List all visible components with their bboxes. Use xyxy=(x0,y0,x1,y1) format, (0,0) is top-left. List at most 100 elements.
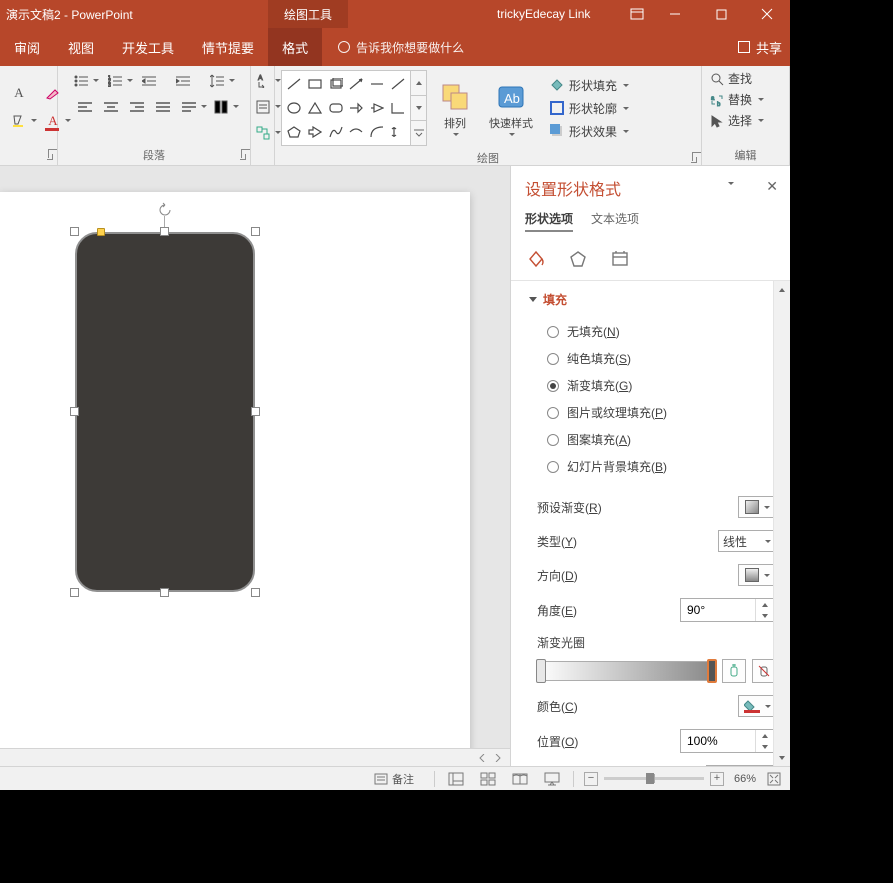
text-direction-button[interactable]: A xyxy=(252,70,274,92)
tab-developer[interactable]: 开发工具 xyxy=(108,28,188,66)
quick-styles-button[interactable]: Ab 快速样式 xyxy=(483,79,539,138)
fill-picture-radio[interactable]: 图片或纹理填充(P) xyxy=(529,399,776,426)
slideshow-button[interactable] xyxy=(541,770,563,788)
font-color-button[interactable]: A xyxy=(42,110,64,132)
align-right-button[interactable] xyxy=(126,96,148,118)
selected-shape[interactable] xyxy=(75,232,255,592)
resize-handle-tr[interactable] xyxy=(251,227,260,236)
resize-handle-tm[interactable] xyxy=(160,227,169,236)
bullets-button[interactable] xyxy=(70,70,92,92)
font-size-button[interactable]: A xyxy=(8,82,30,104)
tell-me-search[interactable]: 告诉我你想要做什么 xyxy=(322,39,464,56)
fill-gradient-radio[interactable]: 渐变填充(G) xyxy=(529,372,776,399)
shapes-gallery[interactable] xyxy=(281,70,411,146)
align-text-button[interactable] xyxy=(252,96,274,118)
text-options-tab[interactable]: 文本选项 xyxy=(591,210,639,232)
fill-none-radio[interactable]: 无填充(N) xyxy=(529,318,776,345)
ribbon-group-textdir: A xyxy=(251,66,275,165)
align-left-button[interactable] xyxy=(74,96,96,118)
notes-button[interactable]: 备注 xyxy=(374,771,414,787)
gradient-type-combo[interactable]: 线性 xyxy=(718,530,776,552)
tab-review[interactable]: 审阅 xyxy=(0,28,54,66)
slide-sorter-button[interactable] xyxy=(477,770,499,788)
pane-options-button[interactable] xyxy=(726,182,734,185)
numbering-button[interactable]: 123 xyxy=(104,70,126,92)
tab-storyboard[interactable]: 情节提要 xyxy=(188,28,268,66)
resize-handle-mr[interactable] xyxy=(251,407,260,416)
increase-indent-button[interactable] xyxy=(172,70,194,92)
drawing-group-launcher[interactable] xyxy=(686,152,698,164)
gradient-direction-button[interactable] xyxy=(738,564,776,586)
position-spinner[interactable] xyxy=(680,729,776,753)
fit-to-window-button[interactable] xyxy=(766,771,782,787)
zoom-out-button[interactable]: − xyxy=(584,772,598,786)
gradient-stop-1[interactable] xyxy=(536,659,546,683)
scroll-left-icon[interactable] xyxy=(474,750,490,766)
fill-line-icon[interactable] xyxy=(525,248,547,270)
fill-slidebg-radio[interactable]: 幻灯片背景填充(B) xyxy=(529,453,776,480)
align-center-button[interactable] xyxy=(100,96,122,118)
highlight-button[interactable] xyxy=(8,110,30,132)
share-icon xyxy=(738,41,750,53)
tab-format[interactable]: 格式 xyxy=(268,28,322,66)
ribbon-display-options-button[interactable] xyxy=(622,0,652,28)
horizontal-scrollbar[interactable] xyxy=(0,748,510,766)
fill-solid-radio[interactable]: 纯色填充(S) xyxy=(529,345,776,372)
reading-view-button[interactable] xyxy=(509,770,531,788)
convert-smartart-button[interactable] xyxy=(252,122,274,144)
ribbon: A A 123 xyxy=(0,66,790,166)
select-button[interactable]: 选择 xyxy=(710,112,764,129)
shapes-gallery-scroll[interactable] xyxy=(411,70,427,146)
replace-button[interactable]: ab替换 xyxy=(710,91,764,108)
normal-view-button[interactable] xyxy=(445,770,467,788)
font-group-launcher[interactable] xyxy=(42,149,54,161)
preset-gradient-button[interactable] xyxy=(738,496,776,518)
resize-handle-tl[interactable] xyxy=(70,227,79,236)
svg-text:A: A xyxy=(258,75,263,82)
shape-options-tab[interactable]: 形状选项 xyxy=(525,210,573,232)
minimize-button[interactable] xyxy=(652,0,698,28)
distribute-button[interactable] xyxy=(178,96,200,118)
resize-handle-br[interactable] xyxy=(251,588,260,597)
close-button[interactable] xyxy=(744,0,790,28)
pane-close-button[interactable]: ✕ xyxy=(766,178,778,195)
shape-effects-button[interactable]: 形状效果 xyxy=(549,121,629,142)
decrease-indent-button[interactable] xyxy=(138,70,160,92)
adjust-handle[interactable] xyxy=(97,228,105,236)
resize-handle-ml[interactable] xyxy=(70,407,79,416)
resize-handle-bl[interactable] xyxy=(70,588,79,597)
fill-pattern-radio[interactable]: 图案填充(A) xyxy=(529,426,776,453)
ribbon-group-font: A A xyxy=(0,66,58,165)
ribbon-group-paragraph: 123 段落 xyxy=(58,66,251,165)
share-button[interactable]: 共享 xyxy=(738,38,782,57)
line-spacing-button[interactable] xyxy=(206,70,228,92)
scroll-right-icon[interactable] xyxy=(490,750,506,766)
gradient-stops-track[interactable] xyxy=(537,661,716,681)
resize-handle-bm[interactable] xyxy=(160,588,169,597)
columns-button[interactable] xyxy=(210,96,232,118)
fill-section-header[interactable]: 填充 xyxy=(529,291,776,308)
size-properties-icon[interactable] xyxy=(609,248,631,270)
gradient-stop-2[interactable] xyxy=(707,659,717,683)
shape-fill-button[interactable]: 形状填充 xyxy=(549,75,629,96)
zoom-slider[interactable]: − + xyxy=(584,772,724,786)
rotate-handle[interactable] xyxy=(157,202,173,218)
justify-button[interactable] xyxy=(152,96,174,118)
angle-spinner[interactable] xyxy=(680,598,776,622)
add-gradient-stop-button[interactable] xyxy=(722,659,746,683)
zoom-in-button[interactable]: + xyxy=(710,772,724,786)
clear-formatting-button[interactable] xyxy=(42,82,64,104)
maximize-button[interactable] xyxy=(698,0,744,28)
slide-canvas[interactable] xyxy=(0,166,510,766)
effects-icon[interactable] xyxy=(567,248,589,270)
shape-outline-button[interactable]: 形状轮廓 xyxy=(549,98,629,119)
arrange-button[interactable]: 排列 xyxy=(433,79,477,138)
zoom-level[interactable]: 66% xyxy=(734,773,756,785)
ribbon-tabs: 审阅 视图 开发工具 情节提要 格式 告诉我你想要做什么 共享 xyxy=(0,28,790,66)
stop-color-button[interactable] xyxy=(738,695,776,717)
paragraph-group-launcher[interactable] xyxy=(235,149,247,161)
pane-vertical-scrollbar[interactable] xyxy=(773,281,790,766)
find-button[interactable]: 查找 xyxy=(710,70,752,87)
tab-view[interactable]: 视图 xyxy=(54,28,108,66)
slide[interactable] xyxy=(0,192,470,766)
